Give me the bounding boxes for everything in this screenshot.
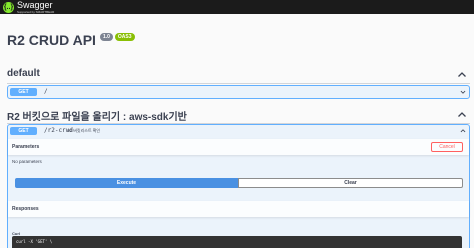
- api-title: R2 CRUD API: [7, 32, 96, 48]
- operation-summary[interactable]: GET /: [8, 86, 469, 98]
- cancel-button[interactable]: Cancel: [431, 142, 463, 152]
- tag-name: default: [7, 68, 40, 79]
- chevron-up-icon[interactable]: [460, 128, 466, 134]
- parameters-header: Parameters Cancel: [8, 139, 469, 155]
- responses-title: Responses: [12, 206, 39, 212]
- execute-button[interactable]: Execute: [15, 178, 238, 188]
- version-badge: 1.0: [99, 33, 113, 41]
- operation-get-r2-crud: GET /r2-crud R2 버킷리스트 확인 Parameters Canc…: [7, 124, 470, 248]
- parameters-title: Parameters: [12, 144, 40, 150]
- operation-get-root[interactable]: GET /: [7, 85, 470, 99]
- oas-badge: OAS3: [114, 33, 135, 41]
- clear-button[interactable]: Clear: [238, 178, 463, 188]
- operation-summary[interactable]: GET /r2-crud R2 버킷리스트 확인: [8, 125, 469, 137]
- curl-text: curl -X 'GET' \: [16, 239, 53, 244]
- operation-description: R2 버킷리스트 확인: [67, 128, 101, 133]
- chevron-down-icon[interactable]: [460, 89, 466, 95]
- tag-name: R2 버킷으로 파일을 올리기 : aws-sdk기반: [7, 112, 187, 123]
- method-badge: GET: [10, 127, 37, 135]
- topbar: {..} Swagger Supported by SMARTBEAR: [0, 0, 474, 14]
- logo-sub: Supported by SMARTBEAR: [17, 9, 55, 14]
- tag-default[interactable]: default: [7, 66, 470, 84]
- tag-r2-upload[interactable]: R2 버킷으로 파일을 올리기 : aws-sdk기반: [7, 106, 470, 124]
- curl-code-block[interactable]: curl -X 'GET' \: [12, 236, 462, 248]
- api-info: R2 CRUD API 1.0 OAS3: [7, 30, 135, 50]
- chevron-up-icon[interactable]: [457, 70, 467, 80]
- swagger-logo[interactable]: {..} Swagger Supported by SMARTBEAR: [3, 0, 54, 14]
- chevron-up-icon[interactable]: [457, 110, 467, 120]
- swagger-logo-icon: {..}: [3, 1, 14, 13]
- responses-header: Responses: [8, 201, 469, 217]
- no-parameters-text: No parameters: [12, 159, 42, 164]
- operation-path: /: [44, 88, 48, 95]
- method-badge: GET: [10, 88, 37, 96]
- logo-name: Swagger: [17, 0, 53, 10]
